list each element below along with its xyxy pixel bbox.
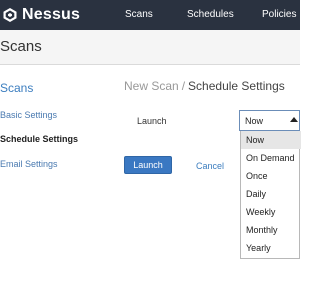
sidebar-item-schedule-settings[interactable]: Schedule Settings: [0, 134, 78, 144]
top-navigation-bar: Nessus Scans Schedules Policies: [0, 0, 300, 30]
sidebar-item-basic-settings[interactable]: Basic Settings: [0, 110, 57, 120]
dropdown-option-monthly[interactable]: Monthly: [241, 221, 301, 239]
page-header: Scans: [0, 30, 300, 65]
page-title: Scans: [0, 38, 42, 55]
launch-dropdown-menu: Now On Demand Once Daily Weekly Monthly …: [240, 131, 301, 259]
app-name: Nessus: [22, 6, 81, 23]
dropdown-option-daily[interactable]: Daily: [241, 185, 301, 203]
breadcrumb-parent[interactable]: New Scan: [124, 79, 179, 93]
launch-button[interactable]: Launch: [124, 156, 172, 174]
breadcrumb: New Scan / Schedule Settings: [124, 79, 285, 93]
cancel-button[interactable]: Cancel: [196, 161, 224, 171]
launch-select[interactable]: Now: [239, 110, 300, 131]
launch-label: Launch: [137, 116, 167, 126]
sidebar-item-email-settings[interactable]: Email Settings: [0, 159, 58, 169]
breadcrumb-separator: /: [181, 79, 186, 93]
breadcrumb-current: Schedule Settings: [188, 79, 285, 93]
nessus-logo-icon: [3, 8, 17, 22]
dropdown-option-weekly[interactable]: Weekly: [241, 203, 301, 221]
sidebar-title: Scans: [0, 81, 34, 95]
nav-schedules[interactable]: Schedules: [187, 9, 234, 20]
dropdown-option-on-demand[interactable]: On Demand: [241, 149, 301, 167]
app-logo[interactable]: Nessus: [2, 6, 80, 24]
nav-policies[interactable]: Policies: [262, 9, 296, 20]
nav-scans[interactable]: Scans: [125, 9, 153, 20]
dropdown-option-once[interactable]: Once: [241, 167, 301, 185]
dropdown-option-now[interactable]: Now: [241, 131, 301, 149]
caret-up-icon: [290, 117, 298, 122]
dropdown-option-yearly[interactable]: Yearly: [241, 239, 301, 257]
launch-select-value: Now: [245, 116, 264, 126]
